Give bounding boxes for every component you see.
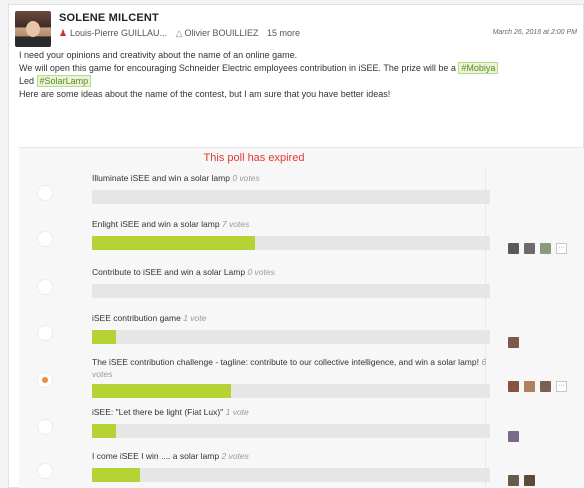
poll-option-bar	[92, 384, 490, 398]
hashtag-mobiya[interactable]: #Mobiya	[458, 62, 499, 74]
body-line-2-text: We will open this game for encouraging S…	[19, 63, 456, 73]
poll-option-bar-fill	[92, 424, 116, 438]
poll-option-label: Enlight iSEE and win a solar lamp 7 vote…	[92, 218, 487, 230]
more-voters-button[interactable]: ···	[556, 381, 567, 393]
poll-option-bar-fill	[92, 468, 140, 482]
poll-option-votes[interactable]: 7 votes	[220, 219, 249, 229]
voters-divider	[485, 168, 486, 488]
post-date: March 26, 2016 at 2:00 PM	[492, 29, 577, 36]
poll-option-label: Illuminate iSEE and win a solar lamp 0 v…	[92, 172, 487, 184]
poll-option-bar	[92, 424, 490, 438]
poll-option-radio[interactable]	[37, 325, 53, 341]
poll-option-radio[interactable]	[37, 463, 53, 479]
poll-option-radio[interactable]	[37, 279, 53, 295]
poll-option-votes[interactable]: 1 vote	[223, 407, 249, 417]
poll-option-text: Contribute to iSEE and win a solar Lamp	[92, 267, 246, 277]
body-line-1: I need your opinions and creativity abou…	[19, 50, 298, 60]
poll-option-radio[interactable]	[37, 419, 53, 435]
poll-option-votes[interactable]: 2 votes	[219, 451, 248, 461]
poll-option-bar	[92, 468, 490, 482]
voter-avatar[interactable]	[508, 243, 519, 255]
more-recipients-link[interactable]: 15 more	[267, 28, 300, 38]
recipient-1[interactable]: Louis-Pierre GUILLAU...	[70, 28, 167, 38]
body-line-2: We will open this game for encouraging S…	[19, 62, 579, 75]
poll-option-radio[interactable]	[37, 185, 53, 201]
post-card: SOLENE MILCENT ♟ Louis-Pierre GUILLAU... …	[8, 4, 584, 488]
voter-avatar[interactable]	[508, 431, 519, 443]
poll-option-voters: ···	[508, 240, 567, 255]
voter-avatar[interactable]	[508, 475, 519, 487]
poll-option-bar	[92, 330, 490, 344]
poll-option-voters	[508, 428, 524, 443]
poll-option-bar	[92, 284, 490, 298]
poll-option-text: Illuminate iSEE and win a solar lamp	[92, 173, 230, 183]
poll-option-bar-fill	[92, 384, 232, 398]
voter-avatar[interactable]	[524, 381, 535, 393]
poll-option-bar-fill	[92, 236, 256, 250]
body-line-4: Here are some ideas about the name of th…	[19, 89, 391, 99]
hashtag-solarlamp[interactable]: #SolarLamp	[36, 75, 92, 87]
poll-option-label: iSEE contribution game 1 vote	[92, 312, 487, 324]
author-avatar[interactable]	[15, 11, 51, 47]
poll-option-text: iSEE contribution game	[92, 313, 181, 323]
poll-option-text: The iSEE contribution challenge - taglin…	[92, 357, 479, 367]
post-body: I need your opinions and creativity abou…	[19, 49, 579, 101]
poll-option-bar	[92, 236, 490, 250]
voter-avatar[interactable]	[524, 243, 535, 255]
poll-option-label: iSEE: "Let there be light (Fiat Lux)" 1 …	[92, 406, 487, 418]
body-line-3-prefix: Led	[19, 76, 35, 86]
voter-avatar[interactable]	[540, 243, 551, 255]
more-voters-button[interactable]: ···	[556, 243, 567, 255]
poll-option-voters: ···	[508, 378, 567, 393]
poll: This poll has expired Illuminate iSEE an…	[19, 147, 584, 488]
poll-option-radio-selected[interactable]	[37, 372, 53, 388]
recipients: ♟ Louis-Pierre GUILLAU... △ Olivier BOUILL…	[59, 28, 300, 39]
poll-option-text: I come iSEE I win .... a solar lamp	[92, 451, 220, 461]
poll-option-votes[interactable]: 0 votes	[245, 267, 274, 277]
poll-option-bar	[92, 190, 490, 204]
poll-option-label: Contribute to iSEE and win a solar Lamp …	[92, 266, 487, 278]
poll-option-text: Enlight iSEE and win a solar lamp	[92, 219, 220, 229]
poll-status: This poll has expired	[203, 152, 305, 164]
poll-option-text: iSEE: "Let there be light (Fiat Lux)"	[92, 407, 224, 417]
voter-avatar[interactable]	[508, 337, 519, 349]
person-icon: ♟	[59, 28, 68, 38]
voter-avatar[interactable]	[508, 381, 519, 393]
poll-option-voters	[508, 334, 524, 349]
poll-option-bar-fill	[92, 330, 116, 344]
poll-option-radio[interactable]	[37, 231, 53, 247]
author-name[interactable]: SOLENE MILCENT	[59, 12, 159, 24]
poll-option-label: The iSEE contribution challenge - taglin…	[92, 356, 487, 380]
poll-option-voters	[508, 472, 540, 487]
body-line-3: Led #SolarLamp	[19, 75, 579, 88]
voter-avatar[interactable]	[524, 475, 535, 487]
poll-option-label: I come iSEE I win .... a solar lamp 2 vo…	[92, 450, 487, 462]
person-outline-icon: △	[175, 28, 183, 38]
recipient-2[interactable]: Olivier BOUILLIEZ	[184, 28, 258, 38]
poll-option-votes[interactable]: 0 votes	[230, 173, 259, 183]
voter-avatar[interactable]	[540, 381, 551, 393]
poll-option-votes[interactable]: 1 vote	[181, 313, 206, 323]
